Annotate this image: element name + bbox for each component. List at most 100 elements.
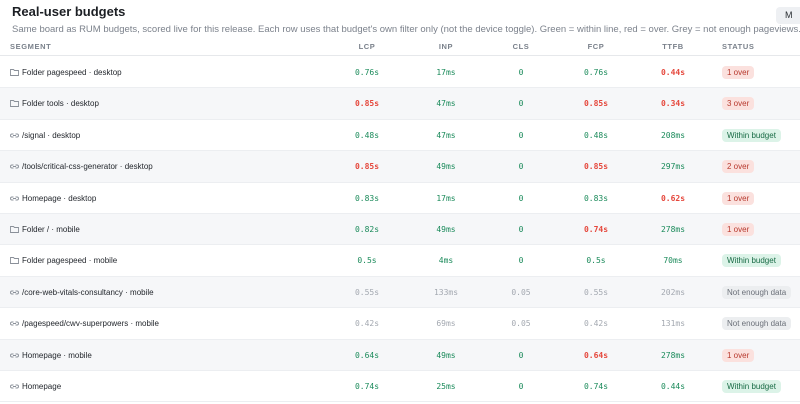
cls-value: 0.05	[511, 319, 531, 329]
status-badge: 2 over	[722, 160, 755, 174]
table-row[interactable]: Folder / · mobile 0.82s 49ms 0 0.74s 278ms 1 o…	[0, 214, 800, 246]
fcp-value: 0.76s	[583, 68, 609, 77]
status-badge: 1 over	[722, 348, 755, 362]
segment-cell: Folder tools · desktop	[10, 88, 99, 119]
cls-value: 0	[518, 225, 524, 234]
column-header-fcp[interactable]: FCP	[566, 42, 626, 51]
ttfb-value: 278ms	[660, 350, 686, 360]
cls-value: 0	[518, 130, 524, 140]
segment-label: Folder tools · desktop	[22, 99, 99, 109]
fcp-value: 0.48s	[583, 130, 609, 140]
ttfb-value: 0.44s	[660, 382, 686, 391]
table-row[interactable]: /signal · desktop 0.48s 47ms 0 0.48s 208ms Wit…	[0, 120, 800, 152]
lcp-value: 0.85s	[354, 162, 380, 172]
page-subtitle: Same board as RUM budgets, scored live f…	[12, 24, 800, 35]
column-header-ttfb[interactable]: TTFB	[643, 42, 703, 51]
segment-label: /core-web-vitals-consultancy · mobile	[22, 287, 154, 297]
table-row[interactable]: Folder pagespeed · mobile 0.5s 4ms 0 0.5s 70m…	[0, 245, 800, 277]
fcp-value: 0.85s	[583, 99, 609, 109]
segment-label: Folder pagespeed · mobile	[22, 256, 118, 266]
segment-cell: Homepage · desktop	[10, 183, 96, 214]
page-header: Real-user budgets Same board as RUM budg…	[12, 4, 800, 38]
segment-cell: /core-web-vitals-consultancy · mobile	[10, 277, 154, 308]
page-title: Real-user budgets	[12, 4, 126, 19]
lcp-value: 0.55s	[354, 287, 380, 297]
column-header-lcp[interactable]: LCP	[337, 42, 397, 51]
status-badge: Not enough data	[722, 285, 792, 299]
ttfb-value: 0.44s	[660, 68, 686, 77]
link-icon	[10, 278, 19, 295]
inp-value: 17ms	[436, 193, 456, 203]
segment-cell: Folder / · mobile	[10, 214, 80, 245]
fcp-value: 0.85s	[583, 162, 609, 172]
link-icon	[10, 152, 19, 169]
ttfb-value: 70ms	[663, 256, 683, 266]
lcp-value: 0.42s	[354, 319, 380, 329]
table-row[interactable]: Homepage · desktop 0.83s 17ms 0 0.83s 0.62s 1 …	[0, 183, 800, 214]
fcp-value: 0.5s	[586, 256, 606, 266]
segment-cell: Folder pagespeed · mobile	[10, 245, 117, 276]
fcp-value: 0.42s	[583, 319, 609, 329]
corner-menu-button[interactable]: M	[776, 7, 800, 24]
status-badge: 1 over	[722, 66, 755, 79]
table-row[interactable]: Homepage 0.74s 25ms 0 0.74s 0.44s Within budge…	[0, 371, 800, 403]
fcp-value: 0.55s	[583, 287, 609, 297]
ttfb-value: 208ms	[660, 130, 686, 140]
segment-label: Homepage · mobile	[22, 350, 92, 360]
ttfb-value: 202ms	[660, 287, 686, 297]
column-header-segment[interactable]: SEGMENT	[10, 42, 51, 51]
table-row[interactable]: /pagespeed/cwv-superpowers · mobile 0.42s…	[0, 308, 800, 340]
segment-label: Homepage · desktop	[22, 193, 97, 203]
inp-value: 69ms	[436, 319, 456, 329]
status-badge: Within budget	[722, 254, 781, 268]
column-header-inp[interactable]: INP	[416, 42, 476, 51]
fcp-value: 0.74s	[583, 225, 609, 234]
table-row[interactable]: Folder pagespeed · desktop 0.76s 17ms 0 0.76…	[0, 57, 800, 89]
column-header-status[interactable]: STATUS	[722, 42, 755, 51]
segment-cell: Folder pagespeed · desktop	[10, 57, 122, 88]
inp-value: 47ms	[436, 130, 456, 140]
inp-value: 49ms	[436, 225, 456, 234]
ttfb-value: 0.34s	[660, 99, 686, 109]
inp-value: 133ms	[433, 287, 459, 297]
inp-value: 49ms	[436, 350, 456, 360]
inp-value: 4ms	[438, 256, 454, 266]
table-row[interactable]: /core-web-vitals-consultancy · mobile 0.5…	[0, 276, 800, 309]
lcp-value: 0.64s	[354, 350, 380, 360]
lcp-value: 0.74s	[354, 382, 380, 391]
link-icon	[10, 184, 19, 201]
status-badge: 1 over	[722, 191, 755, 205]
folder-icon	[10, 215, 19, 233]
cls-value: 0	[518, 193, 524, 203]
cls-value: 0	[518, 162, 524, 172]
column-header-cls[interactable]: CLS	[491, 42, 551, 51]
status-badge: Within budget	[722, 128, 781, 142]
segment-label: Folder pagespeed · desktop	[22, 68, 122, 77]
ttfb-value: 297ms	[660, 162, 686, 172]
ttfb-value: 131ms	[660, 319, 686, 329]
inp-value: 25ms	[436, 382, 456, 391]
lcp-value: 0.82s	[354, 225, 380, 234]
status-badge: 1 over	[722, 223, 755, 236]
table-row[interactable]: /tools/critical-css-generator · desktop 0…	[0, 151, 800, 183]
status-badge: 3 over	[722, 97, 755, 111]
inp-value: 17ms	[436, 68, 456, 77]
ttfb-value: 278ms	[660, 225, 686, 234]
link-icon	[10, 341, 19, 358]
segment-cell: Homepage · mobile	[10, 340, 92, 371]
link-icon	[10, 309, 19, 326]
segment-label: /pagespeed/cwv-superpowers · mobile	[22, 319, 159, 329]
inp-value: 47ms	[436, 99, 456, 109]
fcp-value: 0.64s	[583, 350, 609, 360]
segment-cell: /pagespeed/cwv-superpowers · mobile	[10, 308, 159, 339]
lcp-value: 0.5s	[357, 256, 377, 266]
cls-value: 0	[518, 68, 524, 77]
lcp-value: 0.76s	[354, 68, 380, 77]
segment-cell: /signal · desktop	[10, 120, 80, 151]
lcp-value: 0.48s	[354, 130, 380, 140]
cls-value: 0	[518, 256, 524, 266]
table-row[interactable]: Homepage · mobile 0.64s 49ms 0 0.64s 278ms 1 o…	[0, 339, 800, 371]
cls-value: 0	[518, 382, 524, 391]
ttfb-value: 0.62s	[660, 193, 686, 203]
table-row[interactable]: Folder tools · desktop 0.85s 47ms 0 0.85s 0.3…	[0, 88, 800, 120]
